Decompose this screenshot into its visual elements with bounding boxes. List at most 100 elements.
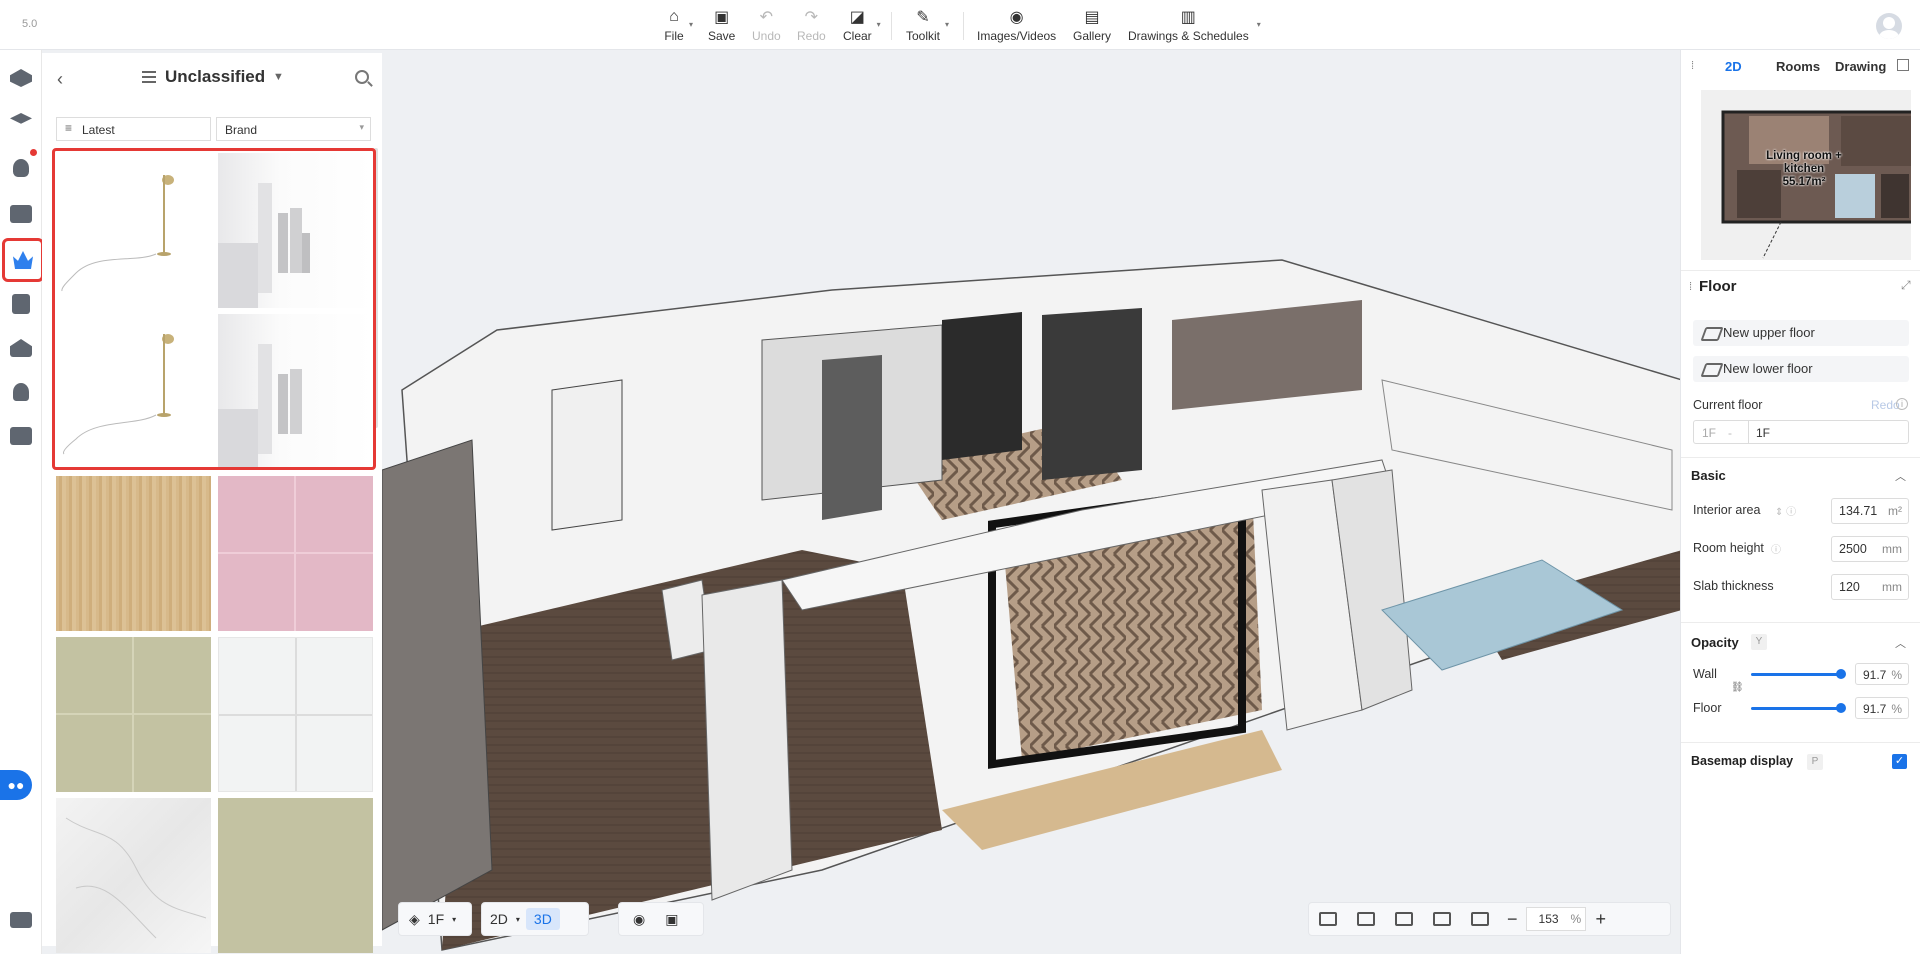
- collapse-basic-icon[interactable]: ︿: [1895, 468, 1906, 484]
- view-2d-button[interactable]: 2D: [482, 911, 516, 927]
- appliance-icon: [10, 427, 32, 445]
- rail-lighting-button[interactable]: [7, 154, 35, 182]
- link-icon[interactable]: ⛓: [1731, 682, 1744, 693]
- material-tile-wood[interactable]: [56, 476, 211, 631]
- drag-handle-icon[interactable]: ⁞: [1691, 60, 1694, 72]
- tab-rooms[interactable]: Rooms: [1776, 59, 1820, 74]
- file-icon: ⌂: [669, 8, 679, 25]
- material-tile-marble[interactable]: [56, 798, 211, 953]
- chat-icon: ●●: [7, 777, 25, 793]
- rail-building-button[interactable]: [7, 334, 35, 362]
- gallery-button[interactable]: ▤ Gallery: [1073, 8, 1111, 46]
- brand-select[interactable]: Brand: [216, 117, 371, 141]
- zoom-area-icon[interactable]: [1471, 912, 1489, 926]
- view-3d-button[interactable]: 3D: [525, 908, 560, 930]
- camera-icon: ◉: [1009, 9, 1024, 26]
- top-toolbar: 5.0 ⌂ File ▾ ▣ Save ↶ Undo ↷ Redo ◪ Clea…: [0, 0, 1920, 50]
- sofa-icon: [10, 205, 32, 223]
- eraser-icon: ◪: [849, 9, 865, 26]
- collapse-opacity-icon[interactable]: ︿: [1895, 635, 1906, 651]
- slab-thickness-field[interactable]: 120 mm: [1831, 574, 1909, 600]
- zoom-input[interactable]: 153%: [1525, 907, 1586, 931]
- material-tile-olive-tile[interactable]: [56, 637, 211, 792]
- material-tile-white-tile[interactable]: [218, 637, 373, 792]
- new-upper-floor-button[interactable]: New upper floor: [1693, 320, 1909, 346]
- chat-support-button[interactable]: ●●: [0, 770, 32, 800]
- material-tile-olive-plain[interactable]: [218, 798, 373, 953]
- room-height-field[interactable]: 2500 mm: [1831, 536, 1909, 562]
- notification-dot: [30, 149, 37, 156]
- view-tools: − 153% +: [1308, 902, 1671, 936]
- wall-opacity-field[interactable]: 91.7 %: [1855, 663, 1909, 685]
- catalog-title[interactable]: Unclassified: [165, 67, 265, 87]
- house-icon: [10, 339, 32, 357]
- fit-view-icon[interactable]: [1433, 912, 1451, 926]
- toolkit-menu[interactable]: ✎ Toolkit ▾: [906, 8, 949, 46]
- material-tile-pink-tile[interactable]: [218, 476, 373, 631]
- redo-icon: ↷: [804, 9, 819, 26]
- bulb-icon: [13, 159, 29, 177]
- clear-menu[interactable]: ◪ Clear ▾: [843, 8, 881, 46]
- sort-arrows-icon: ⇕ ⓘ: [1775, 507, 1797, 518]
- basic-section-title: Basic: [1691, 468, 1726, 483]
- rail-wardrobe-button[interactable]: [7, 290, 35, 318]
- popout-icon[interactable]: [1897, 59, 1909, 71]
- opacity-shortcut-key: Y: [1751, 634, 1767, 650]
- cube-icon: [10, 69, 32, 87]
- settings-frame-icon[interactable]: [1395, 912, 1413, 926]
- expand-icon[interactable]: ⤢: [1901, 278, 1911, 293]
- image-icon[interactable]: [1319, 912, 1337, 926]
- save-button[interactable]: ▣ Save: [708, 8, 735, 46]
- view-mode-switch[interactable]: 2D ▾ 3D: [481, 902, 589, 936]
- drawings-schedules-menu[interactable]: ▥ Drawings & Schedules ▾: [1128, 8, 1261, 46]
- highlight-box: [52, 148, 376, 470]
- zoom-in-icon[interactable]: +: [1596, 909, 1607, 930]
- back-chevron-icon[interactable]: ‹: [57, 69, 63, 90]
- 3d-viewport[interactable]: [382, 50, 1680, 954]
- floor-opacity-slider[interactable]: [1751, 703, 1846, 713]
- properties-panel: ⁞ 2D Rooms Drawing Living room + kitchen…: [1680, 50, 1920, 954]
- images-videos-button[interactable]: ◉ Images/Videos: [977, 8, 1056, 46]
- eye-icon[interactable]: ◉: [633, 911, 645, 928]
- basemap-display-checkbox[interactable]: ✓: [1892, 754, 1907, 769]
- wall-opacity-slider[interactable]: [1751, 669, 1846, 679]
- rail-kitchen-button[interactable]: [7, 422, 35, 450]
- panel-icon: [10, 912, 32, 928]
- sort-select[interactable]: Latest: [56, 117, 211, 141]
- floor-section-title: Floor: [1699, 278, 1737, 295]
- minimap[interactable]: Living room + kitchen 55.17m²: [1701, 90, 1915, 260]
- interior-area-field[interactable]: 134.71 m²: [1831, 498, 1909, 524]
- rail-furniture-button[interactable]: [7, 200, 35, 228]
- rail-collapse-button[interactable]: [7, 906, 35, 934]
- rail-layers-button[interactable]: [7, 108, 35, 136]
- version-label: 5.0: [22, 18, 38, 30]
- search-icon[interactable]: [355, 70, 369, 84]
- zoom-out-icon[interactable]: −: [1507, 909, 1518, 930]
- drag-handle-icon-2[interactable]: ⁞: [1689, 281, 1692, 293]
- layers-icon: ◈: [409, 910, 420, 927]
- undo-button[interactable]: ↶ Undo: [752, 8, 781, 46]
- tab-drawing[interactable]: Drawing: [1835, 59, 1886, 74]
- opacity-section-title: Opacity: [1691, 635, 1739, 650]
- info-icon[interactable]: i: [1896, 398, 1908, 410]
- user-avatar[interactable]: [1876, 13, 1902, 39]
- tab-2d[interactable]: 2D: [1725, 59, 1742, 74]
- interior-area-label: Interior area: [1693, 503, 1761, 517]
- redo-button[interactable]: ↷ Redo: [797, 8, 826, 46]
- floor-selector[interactable]: ◈ 1F ▾: [398, 902, 472, 936]
- catalog-dropdown-caret-icon[interactable]: ▼: [273, 71, 284, 83]
- rail-user-button[interactable]: [7, 378, 35, 406]
- cube-stack-icon[interactable]: ▣: [665, 911, 678, 928]
- rail-custom-model-button-active[interactable]: [2, 238, 44, 282]
- cabinet-icon: [12, 294, 30, 314]
- file-menu[interactable]: ⌂ File ▾: [664, 8, 693, 46]
- left-rail: [0, 50, 42, 954]
- floor-opacity-field[interactable]: 91.7 %: [1855, 697, 1909, 719]
- rail-model-button[interactable]: [7, 64, 35, 92]
- new-lower-floor-button[interactable]: New lower floor: [1693, 356, 1909, 382]
- basemap-shortcut-key: P: [1807, 754, 1823, 770]
- current-floor-input[interactable]: 1F - 1F: [1693, 420, 1909, 444]
- screenshot-icon[interactable]: [1357, 912, 1375, 926]
- basemap-display-label: Basemap display: [1691, 754, 1794, 768]
- undo-icon: ↶: [759, 9, 774, 26]
